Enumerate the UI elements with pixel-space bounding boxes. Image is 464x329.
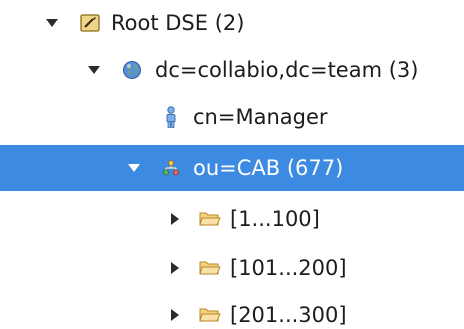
tree-node-label: [1...100] [230, 207, 320, 231]
globe-icon [121, 47, 143, 93]
tree-node-label: ou=CAB (677) [193, 156, 344, 180]
tree-node-label: dc=collabio,dc=team (3) [155, 58, 419, 82]
chevron-right-icon[interactable] [165, 292, 185, 329]
ldap-browser-tree: Root DSE (2) dc=collabio,dc=team (3) cn=… [0, 0, 464, 329]
person-icon [160, 94, 182, 140]
tree-node-label: Root DSE (2) [111, 11, 245, 35]
root-dse-icon [79, 0, 101, 46]
chevron-down-icon[interactable] [84, 47, 104, 93]
chevron-down-icon[interactable] [124, 145, 144, 191]
chevron-down-icon[interactable] [42, 0, 62, 46]
folder-icon [199, 292, 221, 329]
tree-node-dc-collabio[interactable]: dc=collabio,dc=team (3) [0, 47, 464, 93]
chevron-right-icon[interactable] [165, 196, 185, 242]
org-unit-icon [160, 145, 182, 191]
tree-node-ou-cab[interactable]: ou=CAB (677) [0, 145, 464, 191]
tree-node-label: cn=Manager [193, 105, 328, 129]
folder-icon [199, 196, 221, 242]
folder-icon [199, 245, 221, 291]
tree-node-cn-manager[interactable]: cn=Manager [0, 94, 464, 140]
tree-node-label: [101...200] [230, 256, 347, 280]
tree-node-label: [201...300] [230, 303, 347, 327]
tree-node-range-101-200[interactable]: [101...200] [0, 245, 464, 291]
tree-node-root-dse[interactable]: Root DSE (2) [0, 0, 464, 46]
tree-node-range-1-100[interactable]: [1...100] [0, 196, 464, 242]
tree-node-range-201-300[interactable]: [201...300] [0, 292, 464, 329]
chevron-right-icon[interactable] [165, 245, 185, 291]
